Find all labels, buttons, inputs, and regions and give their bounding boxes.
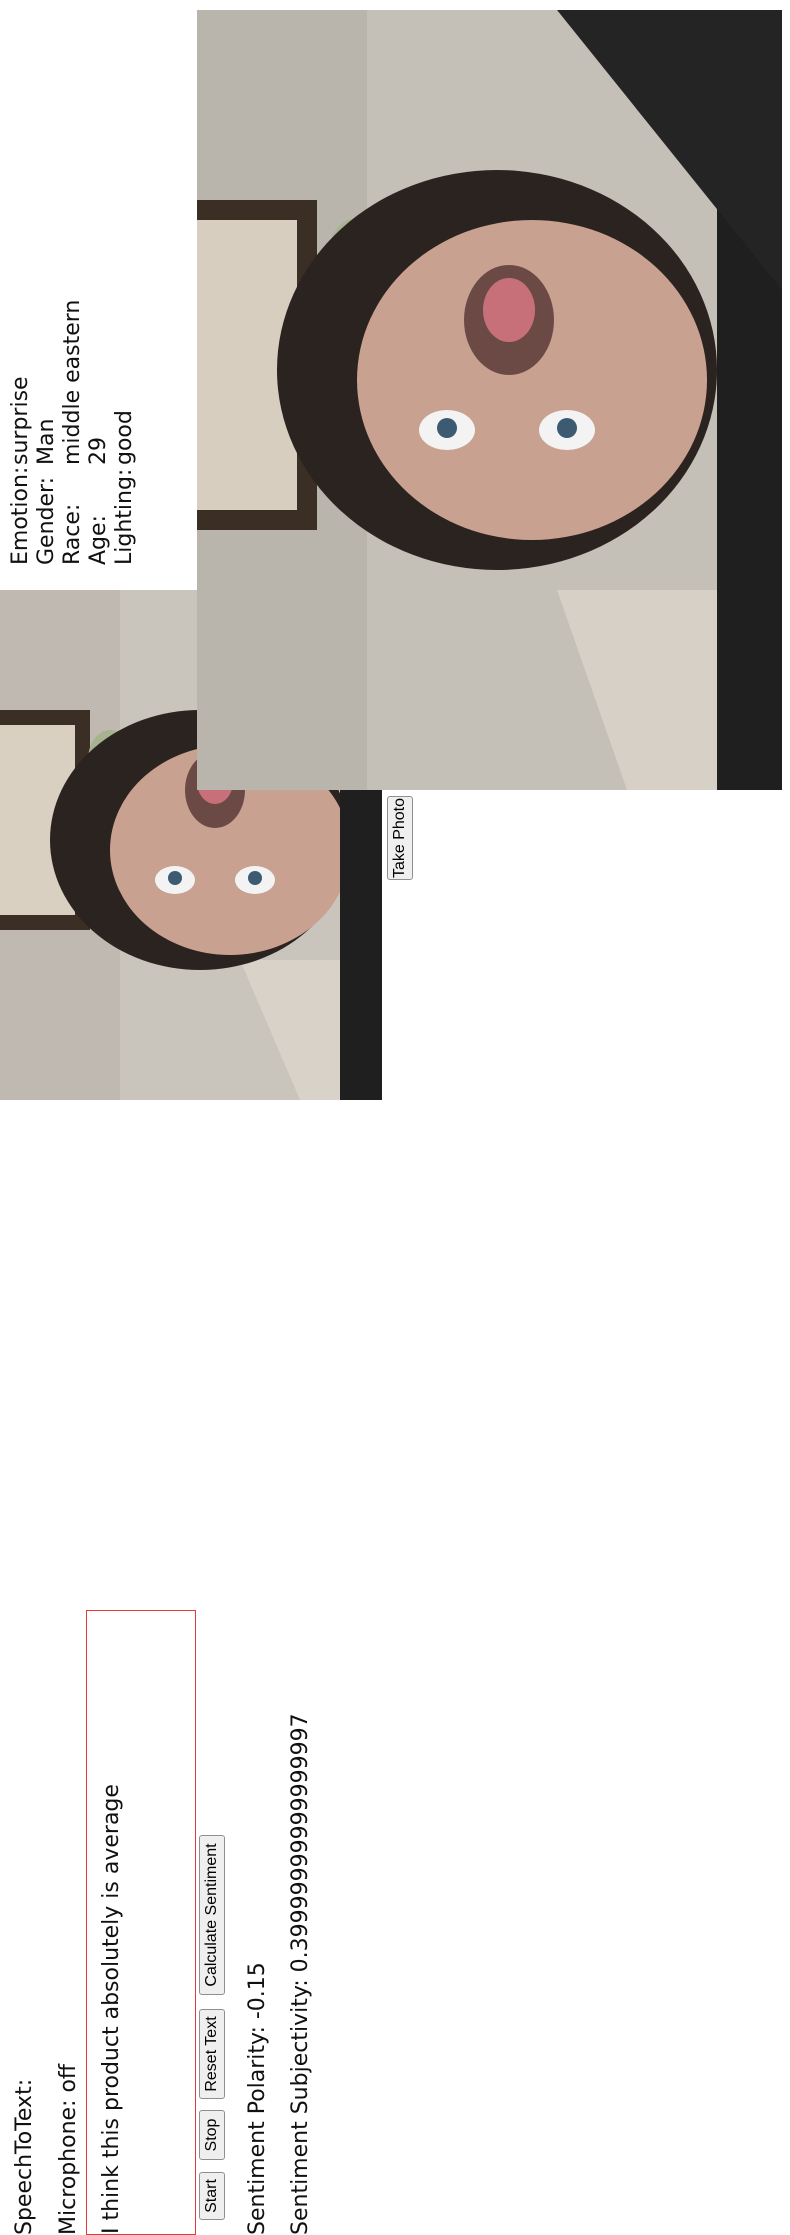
analysis-key: Lighting: <box>112 468 137 565</box>
analysis-key: Race: <box>60 503 85 565</box>
calculate-sentiment-button[interactable]: Calculate Sentiment <box>199 1835 225 1995</box>
gender-value: Man <box>34 418 59 465</box>
transcript-text: I think this product absolutely is avera… <box>99 1784 124 2234</box>
analysis-key: Gender: <box>34 476 59 565</box>
captured-photo-image <box>197 10 782 790</box>
stop-button[interactable]: Stop <box>199 2110 225 2160</box>
start-button[interactable]: Start <box>199 2172 225 2220</box>
microphone-status: Microphone: off <box>56 2063 81 2235</box>
sentiment-subjectivity: Sentiment Subjectivity: 0.39999999999999… <box>288 1713 313 2235</box>
age-value: 29 <box>86 437 111 465</box>
sentiment-polarity: Sentiment Polarity: -0.15 <box>245 1962 270 2235</box>
speech-textbox[interactable]: I think this product absolutely is avera… <box>86 1610 196 2235</box>
take-photo-button[interactable]: Take Photo <box>387 796 413 880</box>
analysis-key: Emotion: <box>8 466 33 565</box>
analysis-key: Age: <box>86 515 111 565</box>
speech-title: SpeechToText: <box>12 2078 37 2235</box>
page-content: SpeechToText: Microphone: off I think th… <box>0 0 790 2235</box>
reset-text-button[interactable]: Reset Text <box>199 2009 225 2099</box>
captured-photo <box>197 10 782 790</box>
lighting-value: good <box>112 410 137 465</box>
analysis-panel: Emotion: surprise Gender: Man Race: midd… <box>8 300 148 565</box>
race-value: middle eastern <box>60 299 85 465</box>
emotion-value: surprise <box>8 376 33 465</box>
